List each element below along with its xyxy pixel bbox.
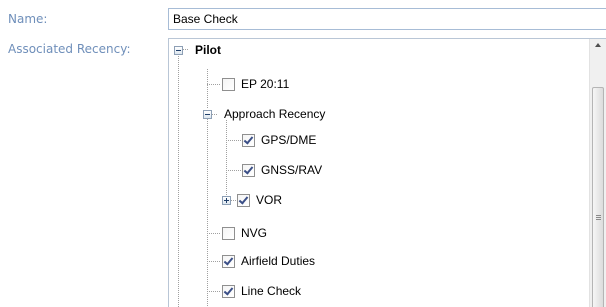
tree-node-line-check[interactable]: Line Check (222, 282, 301, 300)
tree-node-label: NVG (241, 226, 268, 240)
tree-node-gps-dme[interactable]: GPS/DME (242, 131, 316, 149)
tree-node-label: Approach Recency (224, 107, 326, 121)
expand-icon[interactable] (222, 195, 231, 205)
tree-node-airfield-duties[interactable]: Airfield Duties (222, 252, 315, 270)
tree-node-label: Pilot (195, 43, 221, 57)
tree-node-label: GNSS/RAV (261, 163, 323, 177)
associated-recency-label: Associated Recency: (8, 42, 131, 56)
tree-node-approach-recency[interactable]: Approach Recency (203, 105, 325, 123)
recency-tree[interactable]: Pilot EP 20:11 Approach Recency GPS/DME … (168, 38, 606, 307)
tree-node-gnss-rav[interactable]: GNSS/RAV (242, 161, 322, 179)
collapse-icon[interactable] (174, 45, 183, 55)
tree-node-vor[interactable]: VOR (222, 191, 282, 209)
tree-node-label: VOR (256, 193, 283, 207)
scroll-up-arrow-icon[interactable] (595, 43, 601, 47)
tree-node-label: Line Check (241, 284, 302, 298)
name-input[interactable] (168, 8, 606, 30)
name-label: Name: (8, 12, 48, 26)
tree-node-label: EP 20:11 (241, 77, 290, 91)
gps-dme-checkbox[interactable] (242, 133, 255, 147)
nvg-checkbox[interactable] (222, 226, 235, 240)
line-check-checkbox[interactable] (222, 284, 235, 298)
tree-node-label: Airfield Duties (241, 254, 316, 268)
ep-20-11-checkbox[interactable] (222, 77, 235, 91)
tree-node-label: GPS/DME (261, 133, 317, 147)
tree-node-ep-20-11[interactable]: EP 20:11 (222, 75, 289, 93)
gnss-rav-checkbox[interactable] (242, 163, 255, 177)
collapse-icon[interactable] (203, 109, 212, 119)
vertical-scrollbar[interactable] (589, 39, 606, 307)
scrollbar-thumb[interactable] (592, 87, 604, 307)
vor-checkbox[interactable] (237, 193, 250, 207)
tree-node-pilot[interactable]: Pilot (174, 41, 221, 59)
airfield-duties-checkbox[interactable] (222, 254, 235, 268)
tree-node-nvg[interactable]: NVG (222, 224, 267, 242)
